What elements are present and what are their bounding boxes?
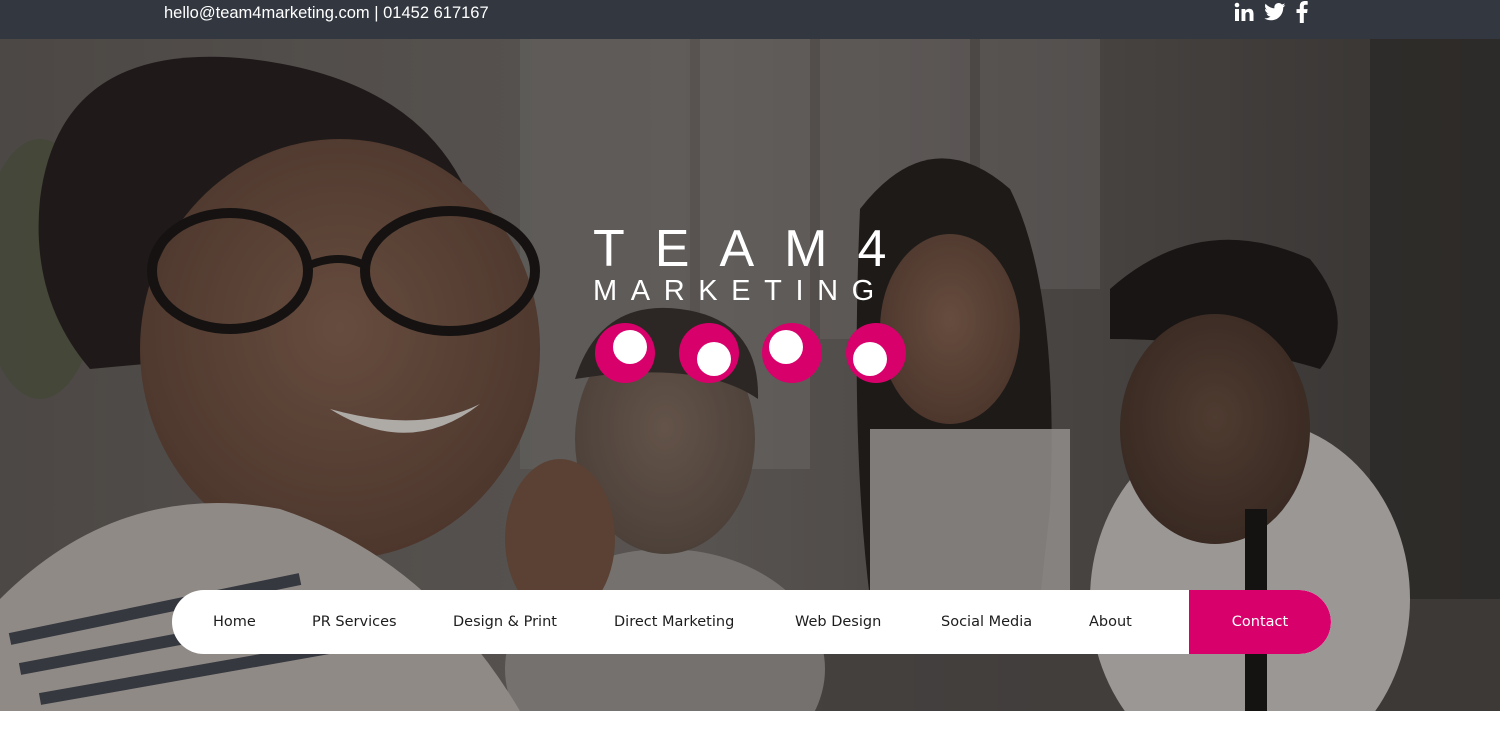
nav-pr-services[interactable]: PR Services [312, 590, 397, 654]
top-bar: hello@team4marketing.com | 01452 617167 [0, 0, 1500, 39]
nav-web-design[interactable]: Web Design [795, 590, 881, 654]
nav-about[interactable]: About [1089, 590, 1132, 654]
main-navigation: Home PR Services Design & Print Direct M… [172, 590, 1331, 654]
linkedin-icon[interactable] [1234, 1, 1254, 23]
social-links [1234, 1, 1308, 23]
nav-design-print[interactable]: Design & Print [453, 590, 557, 654]
brand-logo[interactable]: TEAM4 MARKETING [593, 221, 913, 307]
brand-logo-dots [595, 323, 906, 383]
nav-home[interactable]: Home [213, 590, 256, 654]
facebook-icon[interactable] [1296, 1, 1308, 23]
nav-direct-marketing[interactable]: Direct Marketing [614, 590, 734, 654]
twitter-icon[interactable] [1264, 1, 1286, 23]
brand-logo-line2: MARKETING [593, 275, 888, 307]
nav-social-media[interactable]: Social Media [941, 590, 1032, 654]
contact-info: hello@team4marketing.com | 01452 617167 [164, 4, 489, 22]
brand-logo-line1: TEAM4 [593, 220, 917, 278]
nav-contact-button[interactable]: Contact [1189, 590, 1331, 654]
